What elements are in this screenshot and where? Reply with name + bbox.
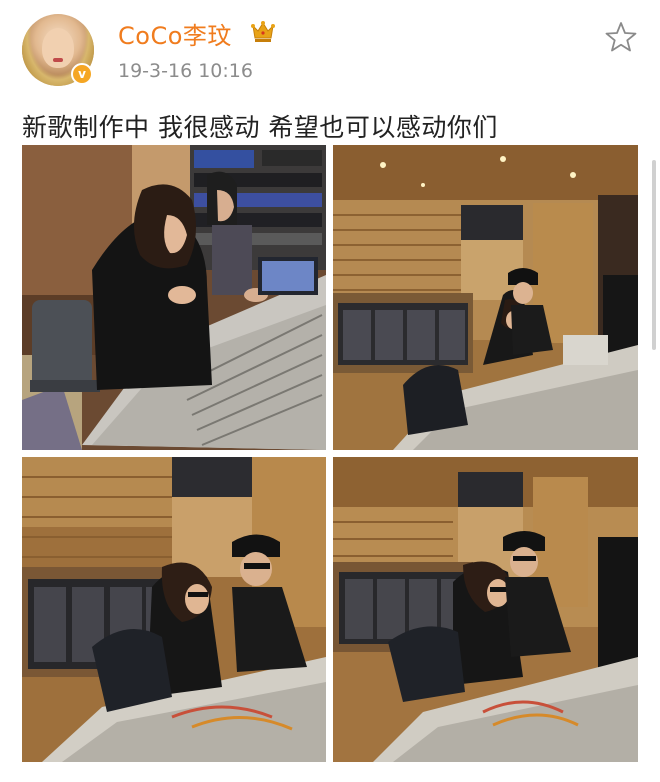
photo-2[interactable] xyxy=(333,145,638,450)
favorite-button[interactable] xyxy=(604,20,638,54)
studio-photo-3 xyxy=(22,457,326,762)
star-outline-icon xyxy=(605,22,637,52)
scrollbar[interactable] xyxy=(652,160,656,350)
studio-photo-2 xyxy=(333,145,638,450)
username[interactable]: CoCo李玟 xyxy=(118,16,232,51)
photo-1[interactable] xyxy=(22,145,326,450)
photo-grid xyxy=(22,145,638,772)
post-header: v CoCo李玟 19-3-16 10:16 xyxy=(0,0,660,100)
photo-3[interactable] xyxy=(22,457,326,762)
crown-icon xyxy=(251,21,275,42)
avatar-face xyxy=(42,28,74,68)
weibo-post: v CoCo李玟 19-3-16 10:16 新歌制作中 我很感动 希望也可以感… xyxy=(0,0,660,782)
post-timestamp: 19-3-16 10:16 xyxy=(118,60,253,82)
verified-badge-icon: v xyxy=(71,63,93,85)
post-text: 新歌制作中 我很感动 希望也可以感动你们 xyxy=(22,113,498,142)
verified-glyph: v xyxy=(78,67,86,81)
studio-photo-1 xyxy=(22,145,326,450)
photo-4[interactable] xyxy=(333,457,638,762)
avatar-lips xyxy=(53,58,63,62)
studio-photo-4 xyxy=(333,457,638,762)
